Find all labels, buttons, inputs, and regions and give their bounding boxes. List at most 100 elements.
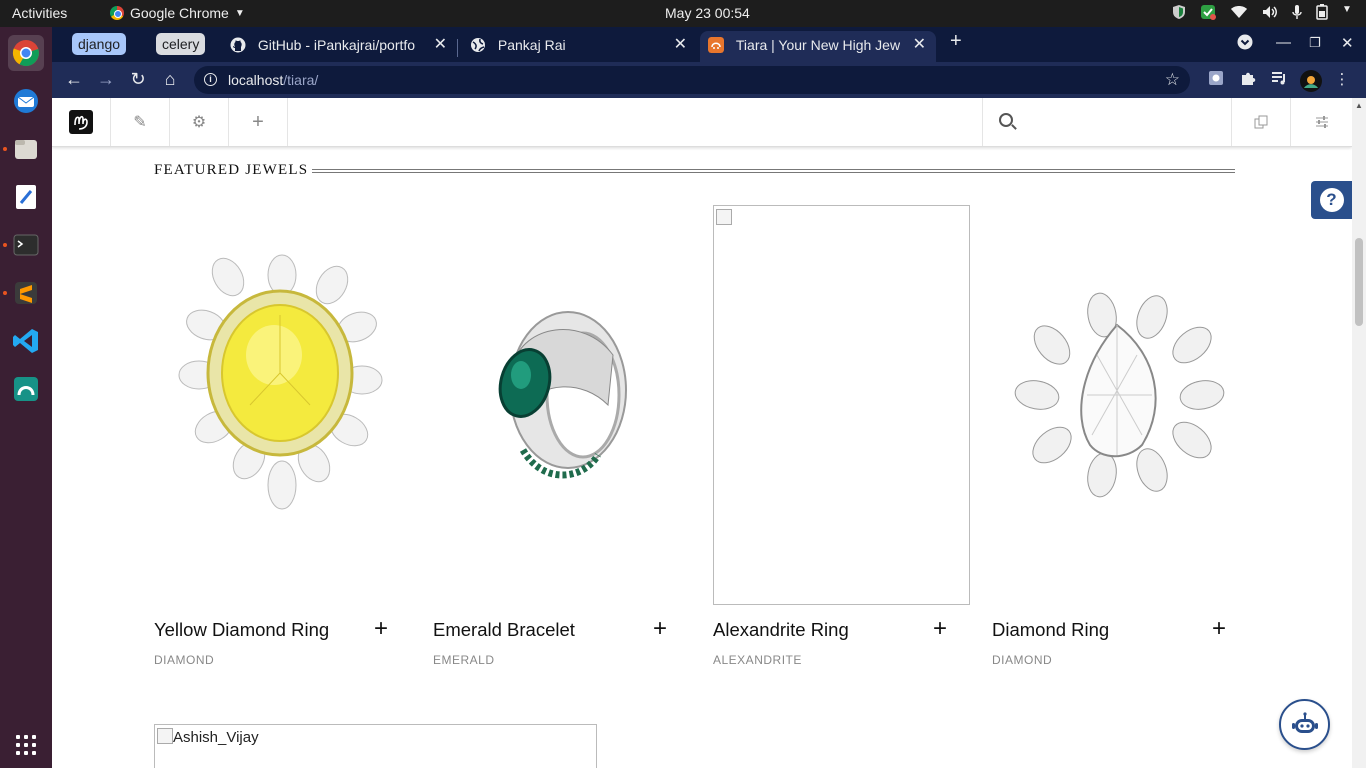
plus-icon: + [252, 110, 264, 133]
activities-button[interactable]: Activities [12, 5, 67, 21]
product-category: DIAMOND [992, 653, 1053, 667]
add-to-cart-icon[interactable]: + [653, 615, 667, 643]
add-to-cart-icon[interactable]: + [1212, 615, 1226, 643]
product-name[interactable]: Yellow Diamond Ring [154, 619, 329, 641]
shield-icon[interactable] [1172, 4, 1186, 20]
system-tray[interactable]: ▼ [1172, 4, 1352, 20]
tab-search-icon[interactable] [1237, 34, 1253, 54]
help-button[interactable]: ? [1311, 181, 1352, 219]
product-card[interactable]: Diamond Ring + DIAMOND [992, 205, 1237, 667]
product-name[interactable]: Alexandrite Ring [713, 619, 849, 641]
extension-screencast-icon[interactable] [1206, 70, 1226, 90]
product-card[interactable]: Emerald Bracelet + EMERALD [433, 205, 678, 667]
update-icon[interactable] [1200, 4, 1216, 20]
add-to-cart-icon[interactable]: + [374, 615, 388, 643]
product-name[interactable]: Diamond Ring [992, 619, 1109, 641]
media-queue-icon[interactable] [1269, 70, 1289, 90]
system-top-bar: Activities Google Chrome ▼ May 23 00:54 … [0, 0, 1366, 27]
info-icon[interactable]: i [204, 73, 217, 86]
tab-title: GitHub - iPankajrai/portfo [257, 36, 416, 53]
cms-logo-button[interactable] [52, 98, 111, 146]
section-title: FEATURED JEWELS [154, 162, 309, 178]
cms-search-box[interactable] [982, 98, 1232, 146]
image-alt-text: Ashish_Vijay [173, 729, 259, 746]
product-image[interactable] [992, 205, 1237, 605]
emerald-ring-image [498, 311, 627, 479]
bookmark-star-icon[interactable]: ☆ [1165, 66, 1180, 94]
tab-separator [457, 39, 458, 57]
gear-icon: ⚙ [191, 114, 207, 131]
clock[interactable]: May 23 00:54 [665, 5, 750, 21]
power-menu-caret-icon[interactable]: ▼ [1342, 4, 1352, 20]
close-icon[interactable]: ✕ [434, 31, 447, 58]
cms-edit-button[interactable]: ✎ [111, 98, 170, 146]
dock-gitkraken[interactable] [8, 371, 44, 407]
page-scrollbar[interactable]: ▲ [1352, 98, 1366, 768]
restore-button[interactable]: ❐ [1309, 35, 1321, 51]
address-bar[interactable]: i localhost/tiara/ ☆ [194, 66, 1190, 94]
chatbot-button[interactable] [1279, 699, 1330, 750]
dock-text-editor[interactable] [8, 179, 44, 215]
wifi-icon[interactable] [1230, 5, 1248, 19]
home-button[interactable]: ⌂ [159, 69, 181, 90]
thunderbird-icon [14, 89, 38, 113]
sublime-text-icon [15, 282, 37, 304]
cms-search-input[interactable] [1027, 108, 1217, 136]
url-host: localhost [228, 72, 284, 88]
close-icon[interactable]: ✕ [913, 31, 926, 58]
profile-avatar[interactable] [1300, 70, 1322, 92]
cms-logo-icon [69, 110, 93, 134]
reload-button[interactable]: ↻ [127, 69, 149, 90]
show-applications-icon[interactable] [16, 735, 36, 755]
product-card[interactable]: Yellow Diamond Ring + DIAMOND [154, 205, 399, 667]
cms-copy-button[interactable] [1232, 98, 1291, 146]
product-image-broken[interactable] [713, 205, 970, 605]
back-button[interactable]: ← [63, 69, 85, 90]
broken-image-icon [716, 209, 732, 225]
broken-image-ashish-vijay: Ashish_Vijay [154, 724, 597, 768]
tab-group-celery[interactable]: celery [156, 33, 206, 55]
close-icon[interactable]: ✕ [674, 31, 687, 58]
running-indicator [3, 291, 7, 295]
extensions-puzzle-icon[interactable] [1238, 70, 1258, 90]
tab-github[interactable]: GitHub - iPankajrai/portfo ✕ [222, 31, 457, 62]
minimize-button[interactable]: — [1276, 34, 1291, 51]
puzzle-icon [1242, 72, 1256, 85]
pencil-icon: ✎ [133, 114, 147, 131]
cms-add-button[interactable]: + [229, 98, 288, 146]
tab-pankaj-rai[interactable]: Pankaj Rai ✕ [462, 31, 697, 62]
playlist-icon [1272, 72, 1285, 85]
tab-tiara-active[interactable]: Tiara | Your New High Jew ✕ [700, 31, 936, 62]
yellow-diamond-ring-image [178, 254, 383, 510]
scroll-up-arrow-icon[interactable]: ▲ [1355, 101, 1363, 110]
cms-structure-button[interactable] [1292, 98, 1351, 146]
dock-sublime[interactable] [8, 275, 44, 311]
product-category: EMERALD [433, 653, 495, 667]
product-name[interactable]: Emerald Bracelet [433, 619, 575, 641]
dock-terminal[interactable] [8, 227, 44, 263]
product-category: ALEXANDRITE [713, 653, 802, 667]
product-image[interactable] [154, 205, 399, 605]
product-card[interactable]: Alexandrite Ring + ALEXANDRITE [713, 205, 970, 667]
chrome-icon [110, 6, 124, 20]
question-icon: ? [1319, 188, 1344, 212]
tab-group-django[interactable]: django [72, 33, 127, 55]
dock-vscode[interactable] [8, 323, 44, 359]
dock [0, 27, 52, 768]
battery-icon[interactable] [1316, 4, 1328, 20]
dock-files[interactable] [8, 131, 44, 167]
new-tab-button[interactable]: + [950, 30, 962, 53]
chrome-menu-icon[interactable]: ⋮ [1332, 70, 1352, 90]
cms-settings-button[interactable]: ⚙ [170, 98, 229, 146]
dock-thunderbird[interactable] [8, 83, 44, 119]
add-to-cart-icon[interactable]: + [933, 615, 947, 643]
gitkraken-icon [14, 377, 38, 401]
scrollbar-thumb[interactable] [1355, 238, 1363, 326]
forward-button[interactable]: → [95, 69, 117, 90]
close-window-button[interactable]: ✕ [1341, 34, 1354, 52]
product-image[interactable] [433, 205, 678, 605]
volume-icon[interactable] [1262, 5, 1278, 19]
app-menu[interactable]: Google Chrome ▼ [110, 5, 245, 21]
microphone-icon[interactable] [1292, 4, 1302, 20]
dock-chrome[interactable] [8, 35, 44, 71]
